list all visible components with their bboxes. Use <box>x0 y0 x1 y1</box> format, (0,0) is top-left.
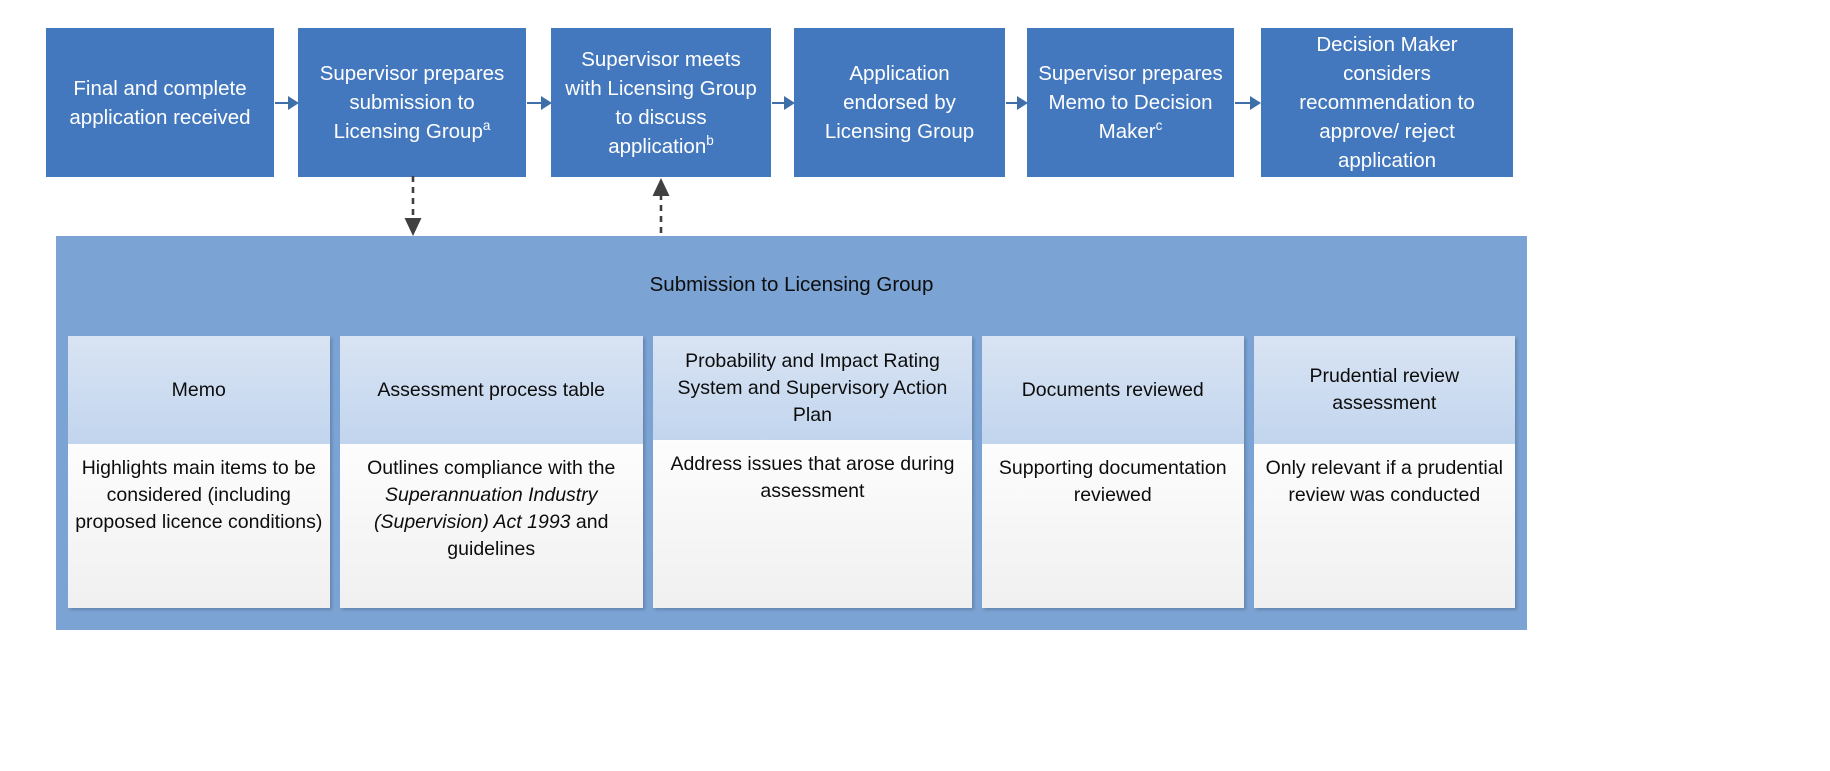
arrow-shaft <box>275 102 288 104</box>
footnote-marker-a: a <box>482 118 491 134</box>
arrow-shaft <box>1235 102 1250 104</box>
card-pirs-sap-body: Address issues that arose during assessm… <box>652 440 972 608</box>
arrow-shaft <box>772 102 784 104</box>
card-prudential-review-assessment-header: Prudential review assessment <box>1253 336 1516 444</box>
panel-title: Submission to Licensing Group <box>649 273 934 296</box>
arrow-step3-to-step4 <box>772 94 795 112</box>
card-documents-reviewed-header: Documents reviewed <box>981 336 1244 444</box>
dashed-arrow-down-to-panel <box>404 176 422 236</box>
card-memo-body: Highlights main items to be considered (… <box>68 444 330 608</box>
arrow-step2-to-step3 <box>527 94 552 112</box>
process-step-1[interactable]: Final and complete application received <box>46 28 274 177</box>
arrow-head-icon <box>784 96 795 110</box>
process-step-1-label: Final and complete application received <box>69 76 251 129</box>
footnote-marker-c: c <box>1155 118 1163 134</box>
card-assessment-process-table-header: Assessment process table <box>339 336 643 444</box>
process-step-6-label: Decision Maker considers recommendation … <box>1299 33 1475 172</box>
card-memo[interactable]: Memo Highlights main items to be conside… <box>68 336 330 608</box>
card-assessment-process-table[interactable]: Assessment process table Outlines compli… <box>339 336 643 608</box>
card-documents-reviewed[interactable]: Documents reviewed Supporting documentat… <box>981 336 1244 608</box>
arrow-step4-to-step5 <box>1006 94 1028 112</box>
flowchart-canvas: Final and complete application received … <box>0 0 1830 771</box>
card-prudential-review-assessment[interactable]: Prudential review assessment Only releva… <box>1253 336 1516 608</box>
card-prudential-review-assessment-body: Only relevant if a prudential review was… <box>1253 444 1516 608</box>
arrow-head-icon <box>1250 96 1261 110</box>
footnote-marker-b: b <box>706 132 714 148</box>
process-step-5[interactable]: Supervisor prepares Memo to Decision Mak… <box>1027 28 1234 177</box>
arrow-step1-to-step2 <box>275 94 299 112</box>
process-step-5-label: Supervisor prepares Memo to Decision Mak… <box>1038 62 1223 143</box>
arrow-step5-to-step6 <box>1235 94 1261 112</box>
process-step-2-label: Supervisor prepares submission to Licens… <box>319 62 505 143</box>
process-step-3[interactable]: Supervisor meets with Licensing Group to… <box>551 28 771 177</box>
process-step-4-label: Application endorsed by Licensing Group <box>824 62 975 143</box>
arrow-shaft <box>527 102 541 104</box>
process-step-6[interactable]: Decision Maker considers recommendation … <box>1261 28 1513 177</box>
card-pirs-sap[interactable]: Probability and Impact Rating System and… <box>652 336 972 608</box>
card-documents-reviewed-body: Supporting documentation reviewed <box>981 444 1244 608</box>
dashed-arrow-up-to-step3 <box>652 178 670 238</box>
panel-card-list: Memo Highlights main items to be conside… <box>68 336 1516 608</box>
process-step-3-label: Supervisor meets with Licensing Group to… <box>565 47 757 158</box>
arrow-head-icon <box>541 96 552 110</box>
arrow-head-icon <box>1017 96 1028 110</box>
process-step-2[interactable]: Supervisor prepares submission to Licens… <box>298 28 526 177</box>
process-step-4[interactable]: Application endorsed by Licensing Group <box>794 28 1005 177</box>
submission-panel: Submission to Licensing Group Memo Highl… <box>56 236 1527 630</box>
arrow-shaft <box>1006 102 1017 104</box>
card-assessment-process-table-body: Outlines compliance with the Superannuat… <box>339 444 643 608</box>
card-memo-header: Memo <box>68 336 330 444</box>
card-pirs-sap-header: Probability and Impact Rating System and… <box>652 336 972 440</box>
arrow-head-icon <box>288 96 299 110</box>
